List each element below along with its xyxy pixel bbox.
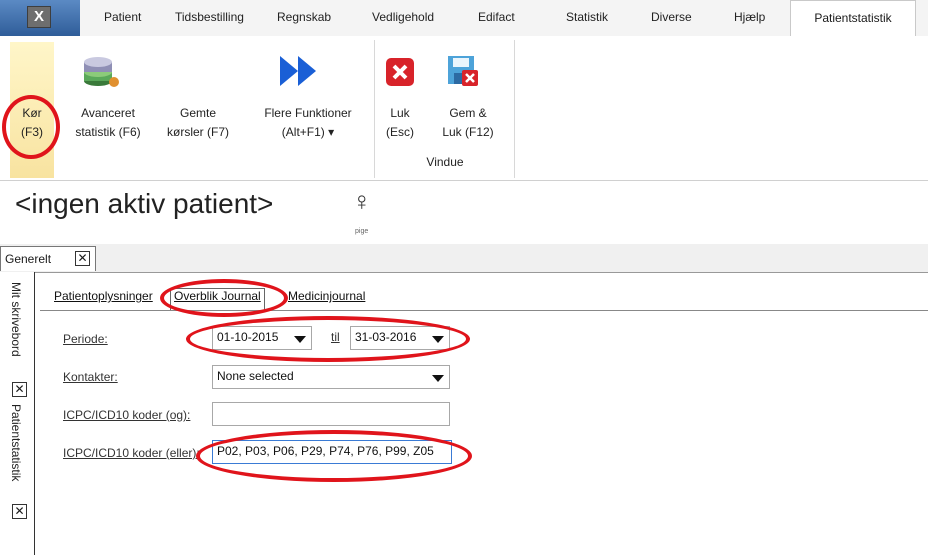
- tab-bar: [0, 244, 928, 273]
- kontakter-value: None selected: [217, 369, 294, 383]
- tab-patientstatistik[interactable]: Patientstatistik: [790, 0, 916, 37]
- advanced-stats-button[interactable]: Avanceret statistik (F6): [68, 104, 148, 142]
- ribbon-separator: [514, 40, 515, 178]
- period-from-value: 01-10-2015: [217, 330, 279, 344]
- icpc-og-input[interactable]: [212, 402, 450, 426]
- more-label-line1: Flere Funktioner: [264, 106, 352, 120]
- tab-overblik-journal[interactable]: Overblik Journal: [170, 288, 265, 310]
- icpc-eller-value: P02, P03, P06, P29, P74, P76, P99, Z05: [217, 444, 434, 458]
- close-label-line2: (Esc): [386, 125, 414, 139]
- icpc-eller-input[interactable]: P02, P03, P06, P29, P74, P76, P99, Z05: [212, 440, 452, 464]
- female-icon: ♀: [352, 186, 372, 216]
- period-to-value: 31-03-2016: [355, 330, 417, 344]
- menu-diverse[interactable]: Diverse: [651, 10, 692, 24]
- tab-medicinjournal[interactable]: Medicinjournal: [288, 289, 365, 310]
- subtab-underline: [40, 310, 928, 311]
- gender-label: pige: [355, 228, 369, 235]
- fast-forward-icon[interactable]: [278, 54, 322, 88]
- more-shortcut: (Alt+F1): [281, 125, 325, 139]
- close-label-line1: Luk: [390, 106, 410, 120]
- menu-regnskab[interactable]: Regnskab: [277, 10, 331, 24]
- menu-statistik[interactable]: Statistik: [566, 10, 608, 24]
- advanced-label-line1: Avanceret: [81, 106, 135, 120]
- more-label-line2: (Alt+F1) ▾: [250, 123, 366, 142]
- icpc-eller-label: ICPC/ICD10 koder (eller):: [63, 446, 200, 460]
- close-side-tab-icon[interactable]: ✕: [12, 382, 27, 397]
- window-group-label: Vindue: [426, 155, 464, 169]
- close-tab-icon[interactable]: ✕: [75, 251, 90, 266]
- tab-generelt-label: Generelt: [5, 252, 52, 266]
- more-functions-button[interactable]: Flere Funktioner (Alt+F1) ▾: [250, 104, 366, 142]
- kontakter-select[interactable]: None selected: [212, 365, 450, 389]
- dropdown-arrow-icon: ▾: [328, 125, 335, 139]
- saved-label-line2: kørsler (F7): [167, 125, 229, 139]
- run-button-label: Kør (F3): [10, 104, 54, 142]
- menu-vedligehold[interactable]: Vedligehold: [372, 10, 434, 24]
- menu-tidsbestilling[interactable]: Tidsbestilling: [175, 10, 244, 24]
- side-tab-patientstatistik[interactable]: Patientstatistik: [9, 404, 23, 481]
- menu-patient[interactable]: Patient: [104, 10, 141, 24]
- icpc-og-label: ICPC/ICD10 koder (og):: [63, 408, 191, 422]
- menu-edifact[interactable]: Edifact: [478, 10, 515, 24]
- ribbon-separator: [374, 40, 375, 178]
- side-tab-mit-skrivebord[interactable]: Mit skrivebord: [9, 282, 23, 357]
- save-close-button[interactable]: Gem & Luk (F12): [428, 104, 508, 142]
- saved-runs-button[interactable]: Gemte kørsler (F7): [158, 104, 238, 142]
- periode-label: Periode:: [63, 332, 108, 346]
- period-from-select[interactable]: 01-10-2015: [212, 326, 312, 350]
- close-button[interactable]: Luk (Esc): [380, 104, 420, 142]
- saved-label-line1: Gemte: [179, 106, 216, 120]
- page-title: <ingen aktiv patient>: [15, 188, 274, 219]
- advanced-label-line2: statistik (F6): [75, 125, 141, 139]
- database-icon[interactable]: [78, 50, 122, 90]
- period-to-select[interactable]: 31-03-2016: [350, 326, 450, 350]
- close-side-tab-icon[interactable]: ✕: [12, 504, 27, 519]
- save-close-icon[interactable]: [446, 54, 480, 88]
- save-close-label-line1: Gem &: [449, 106, 487, 120]
- tab-patientstatistik-label: Patientstatistik: [814, 11, 892, 25]
- app-logo: X: [27, 6, 51, 28]
- kontakter-label: Kontakter:: [63, 370, 118, 384]
- run-label-line2: (F3): [21, 125, 43, 139]
- chevron-down-icon: [294, 336, 306, 343]
- tab-generelt[interactable]: Generelt ✕: [0, 246, 96, 271]
- close-icon[interactable]: [385, 57, 415, 87]
- til-label: til: [331, 330, 340, 344]
- app-menu-button[interactable]: X: [0, 0, 80, 36]
- chevron-down-icon: [432, 336, 444, 343]
- tab-patientoplysninger[interactable]: Patientoplysninger: [54, 289, 153, 310]
- save-close-label-line2: Luk (F12): [442, 125, 494, 139]
- menu-hjaelp[interactable]: Hjælp: [734, 10, 765, 24]
- run-label-line1: Kør: [22, 106, 42, 120]
- chevron-down-icon: [432, 375, 444, 382]
